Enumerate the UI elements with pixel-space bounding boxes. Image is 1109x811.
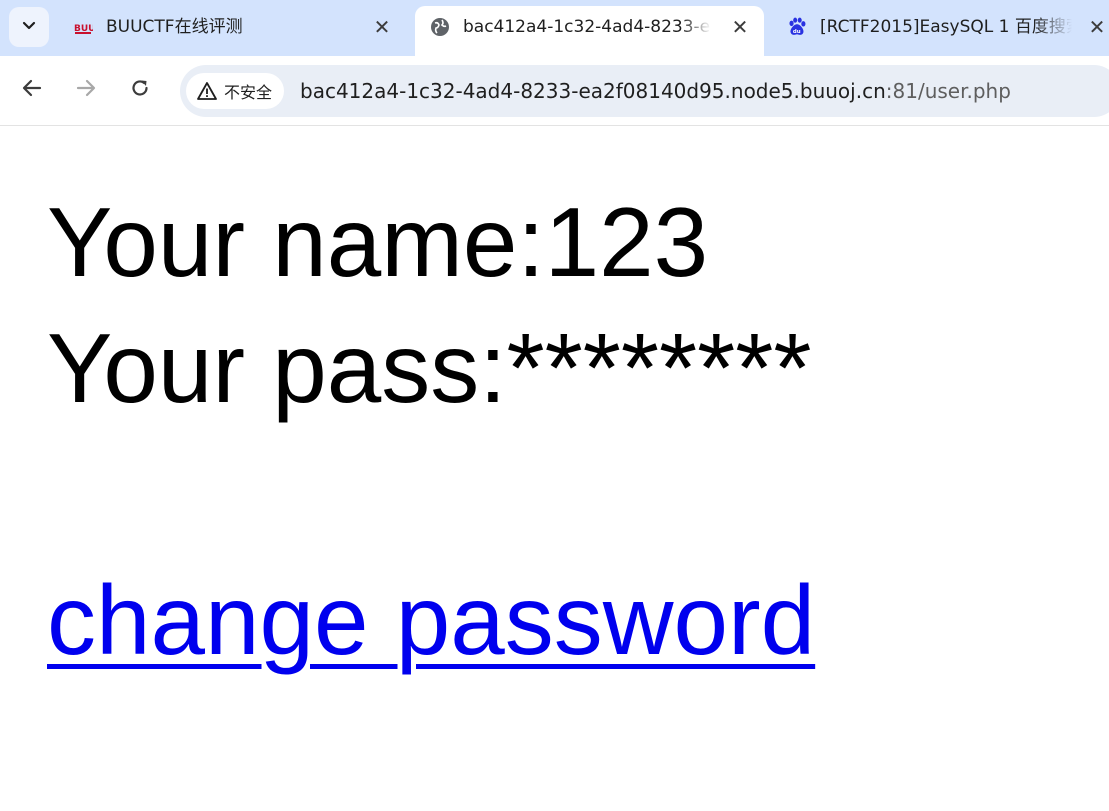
buuctf-icon: BUU bbox=[73, 17, 93, 37]
arrow-left-icon bbox=[21, 77, 43, 103]
url-text[interactable]: bac412a4-1c32-4ad4-8233-ea2f08140d95.nod… bbox=[300, 79, 1011, 103]
close-icon[interactable]: ✕ bbox=[728, 15, 752, 39]
page-content: Your name:123 Your pass:******** change … bbox=[0, 127, 1109, 811]
tab-title: BUUCTF在线评测 bbox=[106, 17, 243, 37]
url-path: :81/user.php bbox=[885, 79, 1011, 103]
reload-icon bbox=[129, 77, 151, 103]
arrow-right-icon bbox=[75, 77, 97, 103]
browser-toolbar: 不安全 bac412a4-1c32-4ad4-8233-ea2f08140d95… bbox=[0, 56, 1109, 126]
tab-user-php[interactable]: bac412a4-1c32-4ad4-8233-ea2f08140d95.nod… bbox=[415, 6, 764, 56]
globe-icon bbox=[430, 17, 450, 37]
tab-search-button[interactable] bbox=[9, 7, 49, 47]
reload-button[interactable] bbox=[122, 72, 158, 108]
warning-icon bbox=[196, 80, 218, 102]
security-chip[interactable]: 不安全 bbox=[186, 73, 285, 109]
url-host: bac412a4-1c32-4ad4-8233-ea2f08140d95.nod… bbox=[300, 79, 886, 103]
user-name-text: Your name:123 bbox=[47, 187, 709, 297]
baidu-icon: du bbox=[787, 17, 807, 37]
back-button[interactable] bbox=[14, 72, 50, 108]
change-password-link[interactable]: change password bbox=[47, 565, 815, 675]
close-icon[interactable]: ✕ bbox=[1085, 15, 1109, 39]
user-pass-text: Your pass:******** bbox=[47, 313, 812, 423]
svg-text:du: du bbox=[793, 29, 801, 35]
tab-baidu-search[interactable]: du [RCTF2015]EasySQL 1 百度搜索 ✕ bbox=[772, 6, 1109, 56]
security-label: 不安全 bbox=[224, 83, 273, 102]
tab-buuctf[interactable]: BUU BUUCTF在线评测 ✕ bbox=[58, 6, 408, 56]
address-bar[interactable]: 不安全 bac412a4-1c32-4ad4-8233-ea2f08140d95… bbox=[180, 65, 1109, 117]
close-icon[interactable]: ✕ bbox=[370, 15, 394, 39]
tab-title: bac412a4-1c32-4ad4-8233-ea2f08140d95.nod… bbox=[463, 17, 711, 37]
tab-strip: BUU BUUCTF在线评测 ✕ bac412a4-1c32-4ad4-8233… bbox=[0, 0, 1109, 56]
forward-button[interactable] bbox=[68, 72, 104, 108]
tab-title: [RCTF2015]EasySQL 1 百度搜索 bbox=[820, 17, 1072, 37]
chevron-down-icon bbox=[21, 17, 37, 37]
